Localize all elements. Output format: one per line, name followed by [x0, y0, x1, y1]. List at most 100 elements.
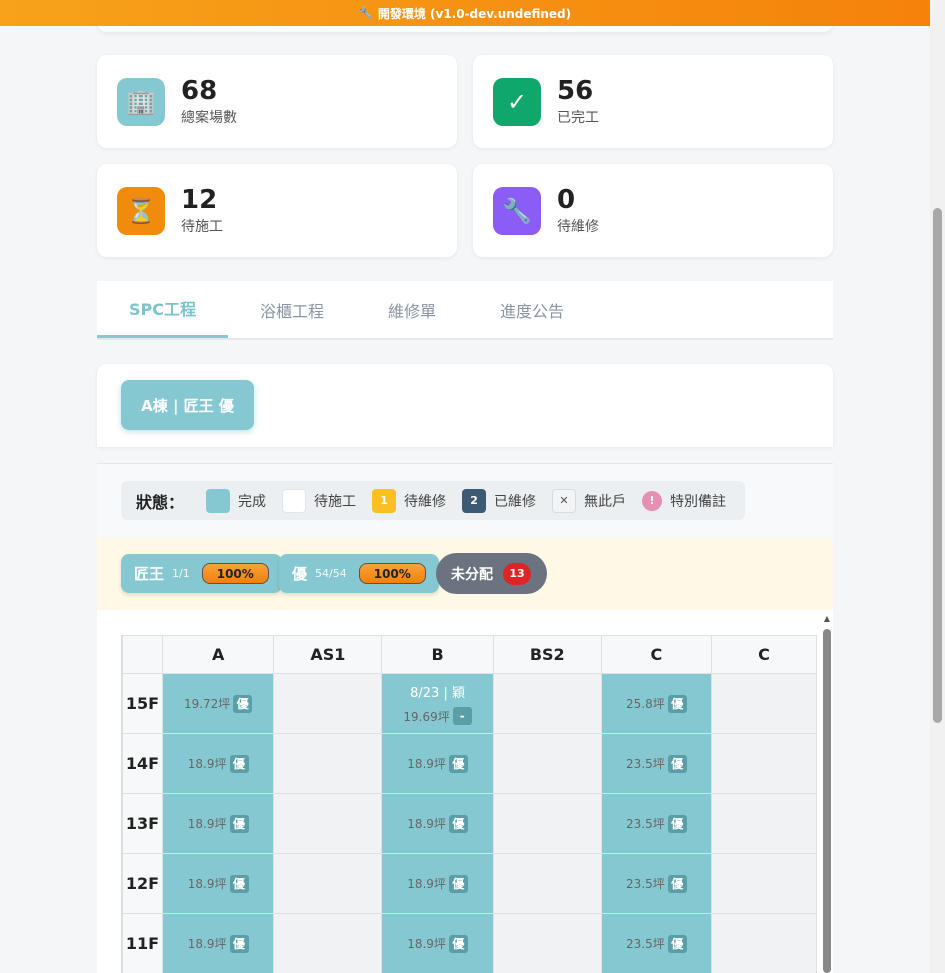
- floor-row: 15F 19.72坪優 8/23 | 穎 19.69坪 - 25.8坪優: [122, 673, 817, 734]
- tab-repair-orders[interactable]: 維修單: [356, 281, 468, 338]
- unit-cell[interactable]: 18.9坪優: [381, 853, 494, 914]
- unit-cell[interactable]: 23.5坪優: [600, 733, 712, 794]
- unit-cell[interactable]: 23.5坪優: [600, 793, 712, 854]
- scroll-up-arrow-icon[interactable]: ▲: [822, 614, 832, 624]
- unit-cell[interactable]: 18.9坪優: [162, 853, 275, 914]
- unassigned-count-badge: 13: [503, 562, 531, 585]
- unit-cell-empty[interactable]: [492, 853, 602, 914]
- page-scrollbar[interactable]: [930, 0, 945, 973]
- unit-cell-empty[interactable]: [273, 673, 383, 734]
- environment-banner-text: 開發環境 (v1.0-dev.undefined): [377, 6, 572, 21]
- unit-grid-area: A AS1 B BS2 C C 15F 19.72坪優 8/23 | 穎 19.…: [97, 610, 833, 973]
- legend-swatch-to-repair: 1: [372, 488, 397, 513]
- assignee-tag: 優: [667, 694, 687, 713]
- grid-header-row: A AS1 B BS2 C C: [122, 635, 817, 674]
- status-legend: 狀態： 完成 待施工 1 待維修 2 已維修 ✕ 無此戶 ! 特別備註: [121, 481, 745, 520]
- assignee-tag: 優: [229, 874, 249, 893]
- legend-item-done: 完成: [206, 488, 266, 513]
- tab-cabinet[interactable]: 浴櫃工程: [228, 281, 356, 338]
- unit-cell[interactable]: 23.5坪優: [600, 853, 712, 914]
- floor-label: 15F: [122, 673, 164, 734]
- column-header: C: [710, 635, 817, 674]
- unit-cell-empty[interactable]: [492, 913, 602, 973]
- column-header: B: [381, 635, 494, 674]
- floor-label: 13F: [122, 793, 164, 854]
- unit-cell-empty[interactable]: [710, 913, 817, 973]
- assignee-tag: 優: [229, 814, 249, 833]
- assignee-tag: 優: [667, 874, 687, 893]
- stat-label-pending: 待施工: [181, 218, 223, 235]
- assignee-tag: 優: [233, 694, 253, 713]
- stat-value-repair: 0: [557, 184, 576, 215]
- unit-grid-viewport: A AS1 B BS2 C C 15F 19.72坪優 8/23 | 穎 19.…: [121, 635, 817, 973]
- floor-row: 12F 18.9坪優 18.9坪優 23.5坪優: [122, 853, 817, 914]
- legend-item-pending: 待施工: [282, 488, 356, 513]
- column-header: C: [600, 635, 712, 674]
- assignee-tag: -: [452, 707, 472, 725]
- unit-cell-empty[interactable]: [710, 733, 817, 794]
- unit-cell[interactable]: 25.8坪優: [600, 673, 712, 734]
- stat-card-pending: ⏳ 12 待施工: [97, 164, 457, 257]
- assignee-tag: 優: [667, 934, 687, 953]
- progress-badge: 100%: [201, 563, 269, 584]
- stat-label-repair: 待維修: [557, 218, 599, 235]
- unit-cell-empty[interactable]: [710, 853, 817, 914]
- unit-cell[interactable]: 18.9坪優: [162, 913, 275, 973]
- unit-cell-empty[interactable]: [273, 913, 383, 973]
- stat-value-completed: 56: [557, 75, 594, 106]
- assignee-chip-jiangwang[interactable]: 匠王 1/1 100%: [121, 554, 282, 593]
- floor-label: 11F: [122, 913, 164, 973]
- close-icon: ✕: [552, 488, 577, 513]
- tab-announcements[interactable]: 進度公告: [468, 281, 596, 338]
- unit-cell[interactable]: 8/23 | 穎 19.69坪 -: [381, 673, 494, 734]
- legend-swatch-repaired: 2: [462, 488, 487, 513]
- unit-cell-empty[interactable]: [710, 793, 817, 854]
- legend-swatch-pending: [282, 488, 307, 513]
- environment-banner: 🔧 開發環境 (v1.0-dev.undefined): [0, 0, 930, 26]
- floor-row: 11F 18.9坪優 18.9坪優 23.5坪優: [122, 913, 817, 973]
- stat-label-total: 總案場數: [181, 109, 237, 126]
- hourglass-icon: ⏳: [117, 186, 165, 235]
- floor-row: 14F 18.9坪優 18.9坪優 23.5坪優: [122, 733, 817, 794]
- unit-cell-empty[interactable]: [492, 793, 602, 854]
- unit-cell-empty[interactable]: [492, 673, 602, 734]
- unit-cell[interactable]: 19.72坪優: [162, 673, 275, 734]
- wrench-icon: 🔧: [358, 6, 374, 20]
- unit-cell[interactable]: 18.9坪優: [381, 733, 494, 794]
- page-scrollbar-thumb[interactable]: [933, 208, 942, 723]
- unassigned-chip[interactable]: 未分配 13: [436, 553, 547, 594]
- unit-cell[interactable]: 18.9坪優: [162, 733, 275, 794]
- grid-corner: [122, 635, 164, 674]
- progress-badge: 100%: [358, 563, 426, 584]
- assignee-chip-you[interactable]: 優 54/54 100%: [279, 554, 439, 593]
- unit-cell-empty[interactable]: [273, 793, 383, 854]
- stat-label-completed: 已完工: [557, 109, 599, 126]
- check-icon: ✓: [493, 77, 541, 126]
- unit-cell[interactable]: 23.5坪優: [600, 913, 712, 973]
- floor-label: 12F: [122, 853, 164, 914]
- unit-cell-empty[interactable]: [710, 673, 817, 734]
- unit-cell-empty[interactable]: [492, 733, 602, 794]
- tab-bar: SPC工程 浴櫃工程 維修單 進度公告: [97, 281, 833, 340]
- stat-card-total: 🏢 68 總案場數: [97, 55, 457, 148]
- grid-scrollbar[interactable]: ▲: [822, 614, 832, 973]
- assignee-tag: 優: [229, 934, 249, 953]
- unit-cell-empty[interactable]: [273, 733, 383, 794]
- building-button[interactable]: A棟 | 匠王 優: [121, 380, 254, 430]
- unit-cell[interactable]: 18.9坪優: [381, 913, 494, 973]
- stat-card-completed: ✓ 56 已完工: [473, 55, 833, 148]
- assignee-tag: 優: [448, 814, 468, 833]
- unit-grid: A AS1 B BS2 C C 15F 19.72坪優 8/23 | 穎 19.…: [122, 635, 817, 973]
- stat-value-total: 68: [181, 75, 218, 106]
- unit-cell[interactable]: 18.9坪優: [162, 793, 275, 854]
- column-header: BS2: [492, 635, 602, 674]
- assignee-tag: 優: [229, 754, 249, 773]
- unit-cell-empty[interactable]: [273, 853, 383, 914]
- assignee-tag: 優: [667, 754, 687, 773]
- tab-spc[interactable]: SPC工程: [97, 281, 228, 338]
- grid-scrollbar-thumb[interactable]: [823, 629, 831, 973]
- legend-area: 狀態： 完成 待施工 1 待維修 2 已維修 ✕ 無此戶 ! 特別備註: [97, 463, 833, 537]
- building-icon: 🏢: [117, 77, 165, 126]
- unit-cell[interactable]: 18.9坪優: [381, 793, 494, 854]
- assignee-tag: 優: [667, 814, 687, 833]
